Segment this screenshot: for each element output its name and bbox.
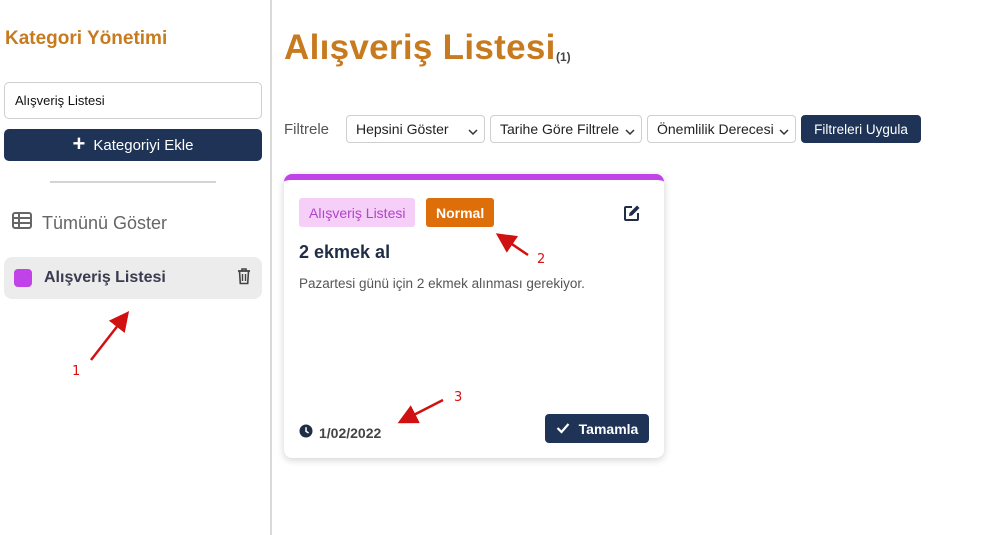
filter-label: Filtrele <box>284 121 330 138</box>
page-title: Alışveriş Listesi <box>284 28 556 67</box>
chevron-down-icon <box>779 124 789 140</box>
date-filter-value: Tarihe Göre Filtrele <box>500 121 620 137</box>
add-category-button[interactable]: + Kategoriyi Ekle <box>4 129 262 161</box>
clock-icon <box>299 424 313 441</box>
sidebar-item-alisveris-listesi[interactable]: Alışveriş Listesi <box>4 257 262 299</box>
annotation-label-3: 3 <box>454 390 463 405</box>
category-badge: Alışveriş Listesi <box>299 198 416 227</box>
complete-label: Tamamla <box>578 420 639 437</box>
task-description: Pazartesi günü için 2 ekmek alınması ger… <box>299 276 585 291</box>
sidebar-item-label: Alışveriş Listesi <box>44 269 166 286</box>
date-filter-select[interactable]: Tarihe Göre Filtrele <box>490 115 642 143</box>
task-date-label: 1/02/2022 <box>319 424 382 441</box>
table-list-icon <box>12 212 32 234</box>
task-date: 1/02/2022 <box>299 424 381 441</box>
add-category-label: Kategoriyi Ekle <box>93 136 194 154</box>
priority-filter-value: Önemlilik Derecesi <box>657 121 774 137</box>
category-color-swatch <box>14 269 32 287</box>
annotation-label-1: 1 <box>72 364 81 379</box>
priority-badge: Normal <box>426 198 495 227</box>
check-icon <box>556 421 570 437</box>
task-card: Alışveriş Listesi Normal 2 ekmek al Paza… <box>284 174 664 458</box>
edit-icon[interactable] <box>623 204 641 227</box>
sidebar: Kategori Yönetimi + Kategoriyi Ekle Tümü… <box>0 0 272 535</box>
show-all-label: Tümünü Göster <box>42 212 168 233</box>
show-all-item[interactable]: Tümünü Göster <box>12 212 167 234</box>
plus-icon: + <box>72 131 86 156</box>
task-title: 2 ekmek al <box>299 242 391 262</box>
priority-filter-select[interactable]: Önemlilik Derecesi <box>647 115 796 143</box>
complete-task-button[interactable]: Tamamla <box>545 414 649 443</box>
annotation-label-2: 2 <box>537 252 546 267</box>
sidebar-title: Kategori Yönetimi <box>5 28 168 49</box>
category-name-input[interactable] <box>4 82 262 119</box>
show-filter-value: Hepsini Göster <box>356 121 449 137</box>
show-filter-select[interactable]: Hepsini Göster <box>346 115 485 143</box>
trash-icon[interactable] <box>236 267 252 290</box>
task-count: (1) <box>556 50 571 64</box>
chevron-down-icon <box>625 124 635 140</box>
apply-filters-button[interactable]: Filtreleri Uygula <box>801 115 921 143</box>
chevron-down-icon <box>468 124 478 140</box>
sidebar-divider <box>50 181 216 183</box>
